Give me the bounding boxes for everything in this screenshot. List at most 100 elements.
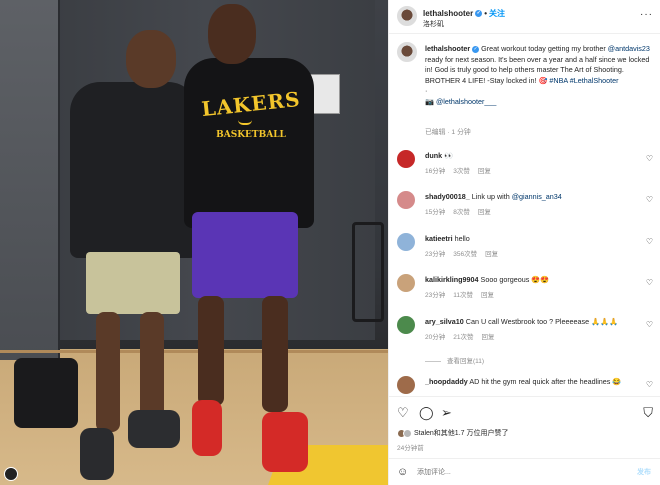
caption-dot: · xyxy=(425,86,428,95)
mention-link[interactable]: @giannis_an34 xyxy=(512,192,562,201)
comment-like-icon[interactable]: ♡ xyxy=(646,154,653,163)
lakers-text: LAKERS xyxy=(200,86,302,122)
mention-link[interactable]: @lethalshooter___ xyxy=(436,97,496,106)
folding-chair xyxy=(352,222,384,322)
gym-bag xyxy=(14,358,78,428)
commenter-avatar[interactable] xyxy=(397,274,415,292)
comment-item: katieetri hello 23分钟 356次赞 回复 ♡ xyxy=(389,231,660,261)
comment-like-icon[interactable]: ♡ xyxy=(646,195,653,204)
person-right-shoe xyxy=(192,400,222,456)
emoji-picker-icon[interactable]: ☺ xyxy=(397,466,408,478)
reply-button[interactable]: 回复 xyxy=(485,251,498,258)
comment-text: _hoopdaddy AD hit the gym real quick aft… xyxy=(425,377,640,387)
author-line: lethalshooter ✓ • 关注 xyxy=(423,8,505,19)
person-right-head xyxy=(208,4,256,64)
comment-text: shady00018_ Link up with @giannis_an34 xyxy=(425,192,640,202)
person-left-leg xyxy=(96,312,120,432)
caption-body: Great workout today getting my brother xyxy=(481,44,606,53)
comment-like-icon[interactable]: ♡ xyxy=(646,237,653,246)
verified-badge-icon: ✓ xyxy=(472,45,480,53)
send-icon[interactable]: ➢ xyxy=(441,405,452,421)
view-replies-label[interactable]: 查看回复(11) xyxy=(447,358,484,365)
commenter-avatar[interactable] xyxy=(397,233,415,251)
comment-text: ary_silva10 Can U call Westbrook too ? P… xyxy=(425,317,640,327)
comment-time: 20分钟 xyxy=(425,334,446,341)
hashtag-link[interactable]: #LethalShooter xyxy=(570,76,619,85)
bookmark-icon[interactable]: ⛉ xyxy=(643,405,653,421)
comment-likes[interactable]: 21次赞 xyxy=(453,334,473,341)
caption-meta: 已编辑 · 1 分钟 xyxy=(425,129,471,136)
commenter-username[interactable]: kalikirkling9904 xyxy=(425,275,479,284)
hashtag-link[interactable]: #NBA xyxy=(549,76,567,85)
comment-likes[interactable]: 8次赞 xyxy=(453,209,470,216)
comment-like-icon[interactable]: ♡ xyxy=(646,380,653,389)
heart-outline-icon[interactable]: ♡ xyxy=(397,405,409,421)
comment-meta: 23分钟 356次赞 回复 xyxy=(425,248,506,258)
more-options-icon[interactable]: ··· xyxy=(640,9,653,20)
basketball-text: BASKETBALL xyxy=(216,130,286,140)
commenter-username[interactable]: katieetri xyxy=(425,234,453,243)
separator-dot: • xyxy=(484,9,488,18)
comment-like-icon[interactable]: ♡ xyxy=(646,278,653,287)
person-left-torso xyxy=(70,82,198,258)
view-replies-button[interactable]: 查看回复(11) xyxy=(425,355,484,365)
verified-badge-icon: ✓ xyxy=(475,10,483,18)
comment-likes[interactable]: 3次赞 xyxy=(453,168,470,175)
comment-body: AD hit the gym real quick after the head… xyxy=(469,377,622,386)
comment-likes[interactable]: 356次赞 xyxy=(453,251,477,258)
comment-icon[interactable]: ◯ xyxy=(419,405,434,421)
post-location[interactable]: 洛杉矶 xyxy=(423,19,444,29)
post-photo[interactable]: LAKERS BASKETBALL xyxy=(0,0,388,485)
caption-author[interactable]: lethalshooter xyxy=(425,44,470,53)
comment-body: Link up with xyxy=(471,192,510,201)
person-left-head xyxy=(126,30,176,88)
comment-likes[interactable]: 11次赞 xyxy=(453,292,473,299)
glass-door xyxy=(0,0,60,360)
comment-item: kalikirkling9904 Sooo gorgeous 😍😍 23分钟 11… xyxy=(389,272,660,302)
comment-body: Sooo gorgeous 😍😍 xyxy=(480,275,550,284)
add-comment-bar: ☺ 发布 xyxy=(389,458,660,485)
commenter-avatar[interactable] xyxy=(397,150,415,168)
commenter-avatar[interactable] xyxy=(397,316,415,334)
tagged-user-icon[interactable] xyxy=(4,467,18,481)
reply-button[interactable]: 回复 xyxy=(478,209,491,216)
comment-body: hello xyxy=(454,234,470,243)
person-left-shoe xyxy=(80,428,114,480)
caption-text: lethalshooter ✓ Great workout today getti… xyxy=(425,44,651,107)
post-side-panel: lethalshooter ✓ • 关注 洛杉矶 ··· lethalshooter ✓… xyxy=(388,0,660,485)
commenter-username[interactable]: shady00018_ xyxy=(425,192,470,201)
author-avatar[interactable] xyxy=(397,6,417,26)
post-date: 24分钟前 xyxy=(397,445,424,452)
follow-button[interactable]: 关注 xyxy=(489,9,505,18)
camera-emoji-icon: 📷 xyxy=(425,96,434,106)
comment-meta: 20分钟 21次赞 回复 xyxy=(425,331,502,341)
person-left-shoe xyxy=(128,410,180,448)
person-left-shorts xyxy=(86,252,180,314)
commenter-username[interactable]: dunk xyxy=(425,151,442,160)
comment-meta: 16分钟 3次赞 回复 xyxy=(425,165,499,175)
reply-button[interactable]: 回复 xyxy=(481,334,494,341)
commenter-username[interactable]: ary_silva10 xyxy=(425,317,464,326)
post-header: lethalshooter ✓ • 关注 洛杉矶 ··· xyxy=(389,0,660,34)
comment-like-icon[interactable]: ♡ xyxy=(646,320,653,329)
likes-summary[interactable]: Stalen和其他1.7 万位用户赞了 xyxy=(397,428,508,438)
reply-button[interactable]: 回复 xyxy=(481,292,494,299)
commenter-avatar[interactable] xyxy=(397,191,415,209)
comment-text: dunk 👀 xyxy=(425,151,640,161)
person-left-leg xyxy=(140,312,164,422)
post-actions-bar: ♡ ◯ ➢ ⛉ xyxy=(389,396,660,426)
comment-body: Can U call Westbrook too ? Pleeeease 🙏🙏🙏 xyxy=(465,317,618,326)
commenter-username[interactable]: _hoopdaddy xyxy=(425,377,468,386)
commenter-avatar[interactable] xyxy=(397,376,415,394)
comment-input[interactable] xyxy=(417,465,617,479)
author-username[interactable]: lethalshooter xyxy=(423,9,473,18)
caption-author-avatar[interactable] xyxy=(397,42,417,62)
target-emoji-icon: 🎯 xyxy=(538,75,548,85)
comment-text: kalikirkling9904 Sooo gorgeous 😍😍 xyxy=(425,275,640,285)
mention-link[interactable]: @antdavis23 xyxy=(608,44,650,53)
reply-button[interactable]: 回复 xyxy=(478,168,491,175)
post-comment-button[interactable]: 发布 xyxy=(637,467,651,477)
comment-item: dunk 👀 16分钟 3次赞 回复 ♡ xyxy=(389,148,660,178)
likes-text[interactable]: Stalen和其他1.7 万位用户赞了 xyxy=(414,430,509,437)
person-right-leg xyxy=(198,296,224,406)
